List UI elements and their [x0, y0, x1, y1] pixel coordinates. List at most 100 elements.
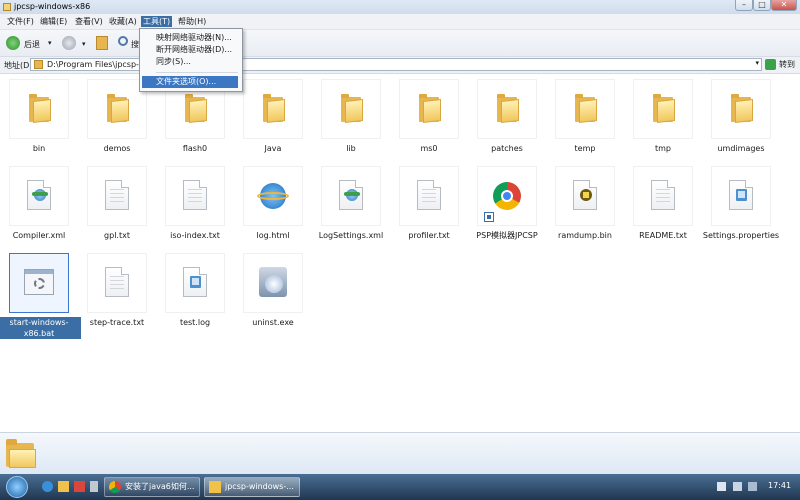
clock[interactable]: 17:41 — [768, 481, 791, 490]
address-dropdown-icon[interactable]: ▾ — [755, 59, 759, 67]
forward-dropdown-icon[interactable]: ▾ — [82, 40, 86, 48]
menu-favorites[interactable]: 收藏(A) — [107, 16, 139, 27]
tray-volume-icon[interactable] — [733, 482, 742, 491]
gear-icon — [24, 269, 54, 295]
folder-icon — [731, 94, 753, 123]
xml-file-icon — [339, 180, 363, 210]
back-button[interactable]: 后退 ▾ — [4, 34, 54, 52]
address-bar: 地址(D) D:\Program Files\jpcsp-wi ▾ 转到 — [0, 57, 800, 74]
xml-file-icon — [27, 180, 51, 210]
menu-map-network-drive[interactable]: 映射网络驱动器(N)... — [142, 32, 238, 44]
menu-disconnect-network-drive[interactable]: 断开网络驱动器(D)... — [142, 44, 238, 56]
ie-icon — [257, 183, 289, 209]
folder-icon — [341, 94, 363, 123]
folder-icon — [29, 94, 51, 123]
file-name: demos — [103, 144, 131, 153]
address-path: D:\Program Files\jpcsp-wi — [47, 60, 148, 69]
file-name: tmp — [654, 144, 671, 153]
folder-icon — [34, 60, 43, 69]
folder-icon — [107, 94, 129, 123]
up-folder-icon[interactable] — [96, 36, 108, 50]
folder-icon — [653, 94, 675, 123]
properties-file-icon — [183, 267, 207, 297]
text-file-icon — [105, 267, 129, 297]
file-name: Compiler.xml — [12, 231, 66, 240]
chrome-icon — [109, 481, 121, 493]
file-name: bin — [32, 144, 46, 153]
folder-icon — [209, 481, 221, 493]
go-arrow-icon — [765, 59, 776, 70]
file-name: flash0 — [182, 144, 208, 153]
menu-synchronize[interactable]: 同步(S)... — [142, 56, 238, 68]
go-button[interactable]: 转到 — [765, 58, 799, 71]
file-name: README.txt — [639, 231, 687, 240]
address-label: 地址(D) — [4, 61, 33, 70]
folder-icon — [185, 94, 207, 123]
taskbar-item-explorer[interactable]: jpcsp-windows-... — [204, 477, 300, 497]
title-bar: jpcsp-windows-x86 – □ ✕ — [0, 0, 800, 14]
binary-file-icon — [573, 180, 597, 210]
text-file-icon — [105, 180, 129, 210]
search-label[interactable]: 搜 — [131, 39, 139, 50]
back-label: 后退 — [24, 40, 40, 49]
chrome-icon — [484, 182, 521, 222]
file-name: lib — [346, 144, 356, 153]
start-button[interactable] — [6, 476, 28, 498]
folder-icon — [263, 94, 285, 123]
properties-file-icon — [729, 180, 753, 210]
menu-help[interactable]: 帮助(H) — [176, 16, 208, 27]
search-icon[interactable] — [118, 36, 128, 46]
menu-separator — [156, 72, 238, 73]
file-name: PSP模拟器JPCSP — [476, 231, 538, 240]
taskbar: 安装了java6如何... jpcsp-windows-... 17:41 — [0, 474, 800, 500]
text-file-icon — [183, 180, 207, 210]
file-name: profiler.txt — [408, 231, 450, 240]
go-label: 转到 — [779, 60, 795, 69]
file-name: patches — [491, 144, 523, 153]
shortcut-arrow-icon — [484, 212, 494, 222]
file-name: temp — [574, 144, 596, 153]
menu-file[interactable]: 文件(F) — [5, 16, 36, 27]
file-name: umdimages — [717, 144, 765, 153]
folder-icon — [419, 94, 441, 123]
menu-tools[interactable]: 工具(T) — [141, 16, 173, 27]
folder-window-icon — [3, 3, 11, 11]
tools-menu: 映射网络驱动器(N)... 断开网络驱动器(D)... 同步(S)... 文件夹… — [139, 28, 243, 92]
installer-icon — [259, 267, 287, 297]
media-quicklaunch-icon[interactable] — [74, 481, 85, 492]
file-name: Settings.properties — [702, 231, 780, 240]
back-arrow-icon — [6, 36, 20, 50]
maximize-button[interactable]: □ — [753, 0, 771, 11]
file-name: test.log — [179, 318, 211, 327]
menu-folder-options[interactable]: 文件夹选项(O)... — [142, 76, 238, 88]
text-file-icon — [651, 180, 675, 210]
menu-view[interactable]: 查看(V) — [73, 16, 105, 27]
file-name: LogSettings.xml — [318, 231, 384, 240]
ie-quicklaunch-icon[interactable] — [42, 481, 53, 492]
explorer-quicklaunch-icon[interactable] — [58, 481, 69, 492]
quicklaunch-more-icon[interactable] — [90, 481, 98, 492]
tray-network-icon[interactable] — [717, 482, 726, 491]
forward-arrow-icon[interactable] — [62, 36, 76, 50]
file-name: Java — [264, 144, 282, 153]
text-file-icon — [417, 180, 441, 210]
file-name: ramdump.bin — [558, 231, 612, 240]
taskbar-item-label: jpcsp-windows-... — [225, 482, 294, 491]
file-name: step-trace.txt — [89, 318, 145, 327]
file-name: ms0 — [420, 144, 438, 153]
minimize-button[interactable]: – — [735, 0, 753, 11]
menu-edit[interactable]: 编辑(E) — [38, 16, 69, 27]
file-name: uninst.exe — [252, 318, 294, 327]
file-view: bin demos flash0 Java lib ms0 patches temp tmp um… — [0, 74, 800, 432]
close-button[interactable]: ✕ — [771, 0, 797, 11]
toolbar: 后退 ▾ ▾ 搜 — [0, 30, 800, 57]
window-title: jpcsp-windows-x86 — [14, 2, 91, 11]
file-name: iso-index.txt — [170, 231, 220, 240]
tray-flag-icon[interactable] — [748, 482, 757, 491]
large-folder-icon — [6, 439, 36, 469]
taskbar-item-browser[interactable]: 安装了java6如何... — [104, 477, 200, 497]
folder-icon — [497, 94, 519, 123]
chevron-down-icon[interactable]: ▾ — [48, 39, 52, 47]
details-pane — [0, 432, 800, 475]
file-name: gpl.txt — [104, 231, 130, 240]
